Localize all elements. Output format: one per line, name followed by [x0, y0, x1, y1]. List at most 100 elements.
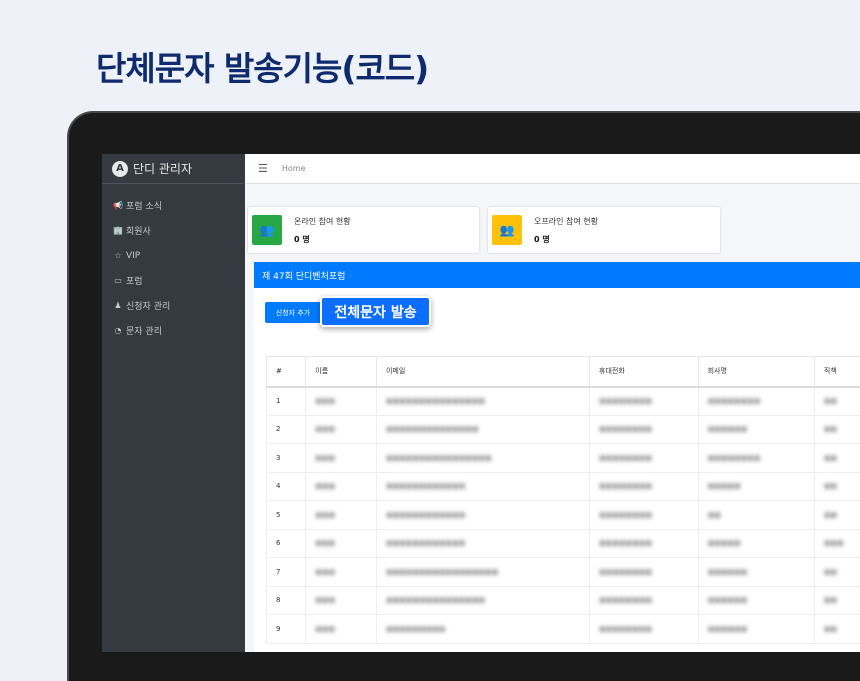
sidebar-item-label: VIP: [126, 250, 141, 261]
megaphone-icon: 📢: [113, 201, 123, 210]
table-row[interactable]: 7 ■■■ ■■■■■■■■■■■■■■■■■ ■■■■■■■■ ■■■■■■ ■■: [265, 557, 860, 587]
table-body: 1 ■■■ ■■■■■■■■■■■■■■■ ■■■■■■■■ ■■■■■■■■ ■■ 2 ■■…: [265, 386, 860, 644]
add-applicant-button[interactable]: 신청자 추가: [265, 302, 321, 323]
redacted-value: ■■■■■■■■■■■■■■■■■: [385, 567, 499, 576]
col-header-email[interactable]: 이메일: [375, 356, 591, 388]
cell-row-number: 3: [265, 443, 307, 473]
table-header-row: # 이름 이메일 휴대전화 회사명 직책: [265, 356, 860, 388]
cell-row-number: 5: [265, 500, 307, 530]
col-header-company[interactable]: 회사명: [697, 356, 815, 388]
col-header-number[interactable]: #: [265, 356, 307, 388]
redacted-value: ■■■■■■■■: [599, 453, 652, 462]
sidebar-item-forum[interactable]: ▭ 포럼: [102, 268, 245, 293]
cell-row-number: 4: [265, 471, 307, 501]
table-row[interactable]: 6 ■■■ ■■■■■■■■■■■■ ■■■■■■■■ ■■■■■ ■■■: [265, 528, 860, 558]
redacted-value: ■■■: [315, 397, 336, 405]
cell-phone: ■■■■■■■■: [589, 585, 699, 615]
online-stat-box: 👥 온라인 참여 현황 0 명: [248, 207, 479, 253]
sidebar-item-label: 신청자 관리: [126, 302, 171, 312]
cell-name: ■■■: [305, 614, 377, 644]
redacted-value: ■■■■■■: [707, 425, 748, 434]
redacted-value: ■■: [823, 425, 838, 434]
company-icon: 🏢: [113, 226, 123, 235]
cell-row-number: 9: [265, 614, 307, 644]
cell-company: ■■■■■: [697, 471, 815, 501]
cell-phone: ■■■■■■■■: [589, 557, 699, 587]
breadcrumb[interactable]: Home: [282, 164, 306, 173]
sidebar-nav: 📢 포럼 소식 🏢 회원사 ☆ VIP ▭ 포럼 ♟ 신청자 관리 ◔ 문자 관: [102, 184, 245, 343]
col-header-position[interactable]: 직책: [813, 356, 860, 388]
sidebar-item-label: 회원사: [126, 227, 151, 237]
cell-position: ■■■: [813, 528, 860, 558]
sidebar: A 단디 관리자 📢 포럼 소식 🏢 회원사 ☆ VIP ▭ 포럼 ♟ 신청자: [102, 154, 245, 652]
table-row[interactable]: 1 ■■■ ■■■■■■■■■■■■■■■ ■■■■■■■■ ■■■■■■■■ ■■: [265, 386, 860, 416]
redacted-value: ■■■■■■■■■■■■■■■■: [385, 453, 492, 462]
table-row[interactable]: 5 ■■■ ■■■■■■■■■■■■ ■■■■■■■■ ■■ ■■: [265, 500, 860, 530]
redacted-value: ■■■: [315, 624, 336, 633]
cell-email: ■■■■■■■■■■■■■■■■■: [375, 557, 591, 587]
table-row[interactable]: 3 ■■■ ■■■■■■■■■■■■■■■■ ■■■■■■■■ ■■■■■■■■ ■■: [265, 443, 860, 473]
send-all-sms-button[interactable]: 전체문자 발송: [320, 296, 431, 327]
table-row[interactable]: 4 ■■■ ■■■■■■■■■■■■ ■■■■■■■■ ■■■■■ ■■: [265, 471, 860, 501]
cell-name: ■■■: [305, 414, 377, 444]
redacted-value: ■■: [707, 510, 721, 519]
redacted-value: ■■■■■■■■■■■■: [385, 510, 466, 519]
hamburger-icon[interactable]: ☰: [258, 162, 268, 175]
cell-row-number: 1: [265, 386, 307, 416]
redacted-value: ■■■■■■: [707, 624, 748, 633]
redacted-value: ■■: [823, 397, 838, 405]
redacted-value: ■■■■■■■■: [599, 482, 652, 491]
cell-phone: ■■■■■■■■: [589, 443, 699, 473]
stat-label: 오프라인 참여 현황: [534, 216, 598, 226]
cell-name: ■■■: [305, 500, 377, 530]
cell-email: ■■■■■■■■■■■■: [375, 500, 591, 530]
cell-position: ■■: [813, 585, 860, 615]
cell-company: ■■■■■■■■: [697, 443, 815, 473]
sidebar-item-label: 포럼: [126, 277, 143, 287]
stat-value: 0 명: [294, 234, 310, 244]
sidebar-item-label: 포럼 소식: [126, 202, 162, 212]
cell-position: ■■: [813, 614, 860, 644]
redacted-value: ■■■: [315, 539, 336, 548]
cell-row-number: 2: [265, 414, 307, 444]
cell-position: ■■: [813, 557, 860, 587]
page-title: 단체문자 발송기능(코드): [96, 49, 429, 88]
cell-company: ■■■■■■■■: [697, 386, 815, 416]
redacted-value: ■■■■■■■■: [599, 596, 652, 605]
cell-email: ■■■■■■■■■: [375, 614, 591, 644]
brand[interactable]: A 단디 관리자: [102, 154, 245, 184]
cell-name: ■■■: [305, 471, 377, 501]
redacted-value: ■■■: [315, 596, 336, 605]
cell-name: ■■■: [305, 557, 377, 587]
redacted-value: ■■■: [315, 567, 336, 576]
message-icon: ◔: [114, 326, 122, 335]
redacted-value: ■■■■■■■■: [707, 453, 761, 462]
brand-logo-icon: A: [112, 160, 128, 177]
redacted-value: ■■■■■■■■■■■■■■■: [385, 397, 486, 405]
redacted-value: ■■■■■■: [707, 567, 748, 576]
sidebar-item-vip[interactable]: ☆ VIP: [102, 243, 245, 268]
redacted-value: ■■■■■■■■: [599, 510, 652, 519]
table-row[interactable]: 2 ■■■ ■■■■■■■■■■■■■■ ■■■■■■■■ ■■■■■■ ■■: [265, 414, 860, 444]
cell-phone: ■■■■■■■■: [589, 414, 699, 444]
redacted-value: ■■■: [315, 482, 336, 491]
users-icon: 👥: [492, 215, 522, 245]
table-row[interactable]: 9 ■■■ ■■■■■■■■■ ■■■■■■■■ ■■■■■■ ■■: [265, 614, 860, 644]
users-icon: 👥: [252, 215, 282, 245]
redacted-value: ■■■■■: [707, 482, 741, 491]
sidebar-item-members[interactable]: 🏢 회원사: [102, 218, 245, 243]
cell-name: ■■■: [305, 443, 377, 473]
cell-company: ■■■■■: [697, 528, 815, 558]
sidebar-item-forum-news[interactable]: 📢 포럼 소식: [102, 193, 245, 218]
cell-company: ■■: [697, 500, 815, 530]
sidebar-item-sms[interactable]: ◔ 문자 관리: [102, 318, 245, 343]
redacted-value: ■■: [823, 567, 838, 576]
table-row[interactable]: 8 ■■■ ■■■■■■■■■■■■■■■ ■■■■■■■■ ■■■■■■ ■■: [265, 585, 860, 615]
col-header-name[interactable]: 이름: [305, 356, 377, 388]
redacted-value: ■■: [823, 596, 838, 605]
cell-phone: ■■■■■■■■: [589, 614, 699, 644]
sidebar-item-applicants[interactable]: ♟ 신청자 관리: [102, 293, 245, 318]
applicant-table: # 이름 이메일 휴대전화 회사명 직책 1 ■■■ ■■■■■■■■■■■■■■■…: [265, 356, 860, 644]
cell-row-number: 8: [265, 585, 307, 615]
col-header-phone[interactable]: 휴대전화: [589, 356, 699, 388]
